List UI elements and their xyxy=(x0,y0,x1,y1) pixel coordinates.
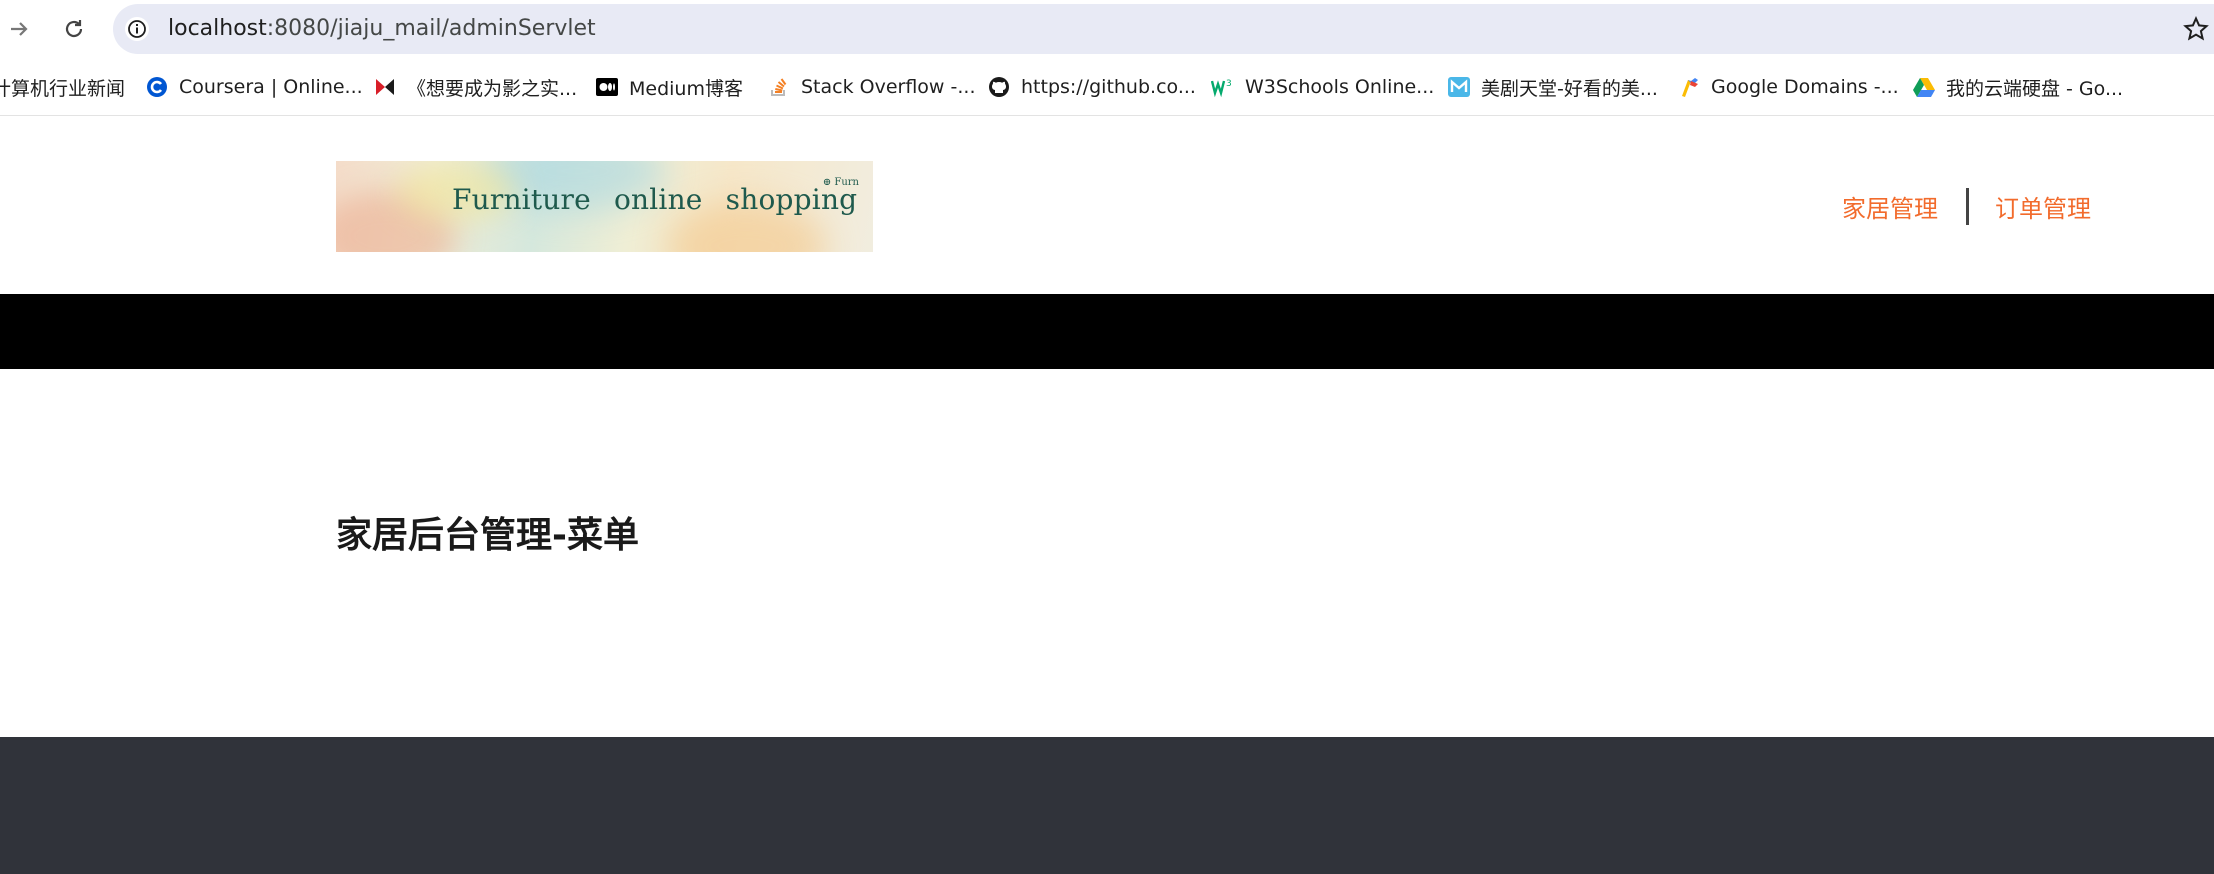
coursera-icon xyxy=(145,75,169,99)
furniture-management-link[interactable]: 家居管理 xyxy=(1842,189,1938,224)
bookmark-coursera[interactable]: Coursera | Online... xyxy=(145,71,363,103)
bookmark-stackoverflow[interactable]: Stack Overflow -... xyxy=(767,71,976,103)
site-header: Furniture online shopping ⊕ Furn 家居管理 订单… xyxy=(0,116,2214,294)
bookmark-w3schools[interactable]: 3 W3Schools Online... xyxy=(1211,71,1434,103)
w3schools-icon: 3 xyxy=(1211,75,1235,99)
bookmark-github[interactable]: https://github.co... xyxy=(987,71,1196,103)
bookmark-meiju[interactable]: 美剧天堂-好看的美... xyxy=(1447,71,1658,103)
order-management-link[interactable]: 订单管理 xyxy=(1995,189,2091,224)
reload-icon[interactable] xyxy=(57,12,91,46)
bookmark-medium[interactable]: Medium博客 xyxy=(595,71,743,103)
bookmark-label: 《想要成为影之实... xyxy=(407,77,578,100)
stackoverflow-icon xyxy=(767,75,791,99)
nav-divider xyxy=(1966,188,1969,225)
site-info-icon[interactable] xyxy=(125,17,149,41)
google-domains-icon xyxy=(1677,75,1701,99)
meiju-icon xyxy=(1447,75,1471,99)
bookmark-label: W3Schools Online... xyxy=(1245,76,1435,98)
site-footer xyxy=(0,737,2214,874)
github-icon xyxy=(987,75,1011,99)
browser-toolbar: localhost:8080/jiaju_mail/adminServlet xyxy=(0,0,2214,58)
address-bar[interactable]: localhost:8080/jiaju_mail/adminServlet xyxy=(113,4,2214,54)
bookmark-label: https://github.co... xyxy=(1021,76,1196,98)
bookmark-label: 计算机行业新闻 xyxy=(0,77,126,100)
bookmark-label: 我的云端硬盘 - Go... xyxy=(1946,77,2124,100)
page-title: 家居后台管理-菜单 xyxy=(336,515,639,556)
bookmark-label: Google Domains -... xyxy=(1711,76,1899,98)
bilibili-icon xyxy=(373,75,397,99)
bookmark-google-domains[interactable]: Google Domains -... xyxy=(1677,71,1899,103)
bookmark-google-drive[interactable]: 我的云端硬盘 - Go... xyxy=(1912,71,2123,103)
bookmark-label: 美剧天堂-好看的美... xyxy=(1481,77,1658,100)
bookmark-label: Medium博客 xyxy=(629,77,743,100)
logo-mark: ⊕ Furn xyxy=(822,177,859,188)
url-host: localhost xyxy=(168,16,267,41)
site-logo[interactable]: Furniture online shopping ⊕ Furn xyxy=(336,161,873,252)
google-drive-icon xyxy=(1912,75,1936,99)
header-black-band xyxy=(0,294,2214,369)
header-nav: 家居管理 订单管理 xyxy=(1842,188,2091,225)
url-path: :8080/jiaju_mail/adminServlet xyxy=(266,16,596,41)
bookmark-label: Coursera | Online... xyxy=(179,76,363,98)
bookmarks-bar: 计算机行业新闻 Coursera | Online... 《想要成为影之实...… xyxy=(0,58,2214,116)
url-text[interactable]: localhost:8080/jiaju_mail/adminServlet xyxy=(168,16,596,41)
bookmark-star-icon[interactable] xyxy=(2180,13,2212,45)
bookmark-bilibili[interactable]: 《想要成为影之实... xyxy=(373,71,577,103)
forward-arrow-icon[interactable] xyxy=(2,12,36,46)
bookmark-tech-news[interactable]: 计算机行业新闻 xyxy=(0,71,125,103)
logo-text: Furniture online shopping xyxy=(452,183,858,216)
bookmark-label: Stack Overflow -... xyxy=(801,76,976,98)
medium-icon xyxy=(595,75,619,99)
svg-text:3: 3 xyxy=(1226,79,1232,89)
